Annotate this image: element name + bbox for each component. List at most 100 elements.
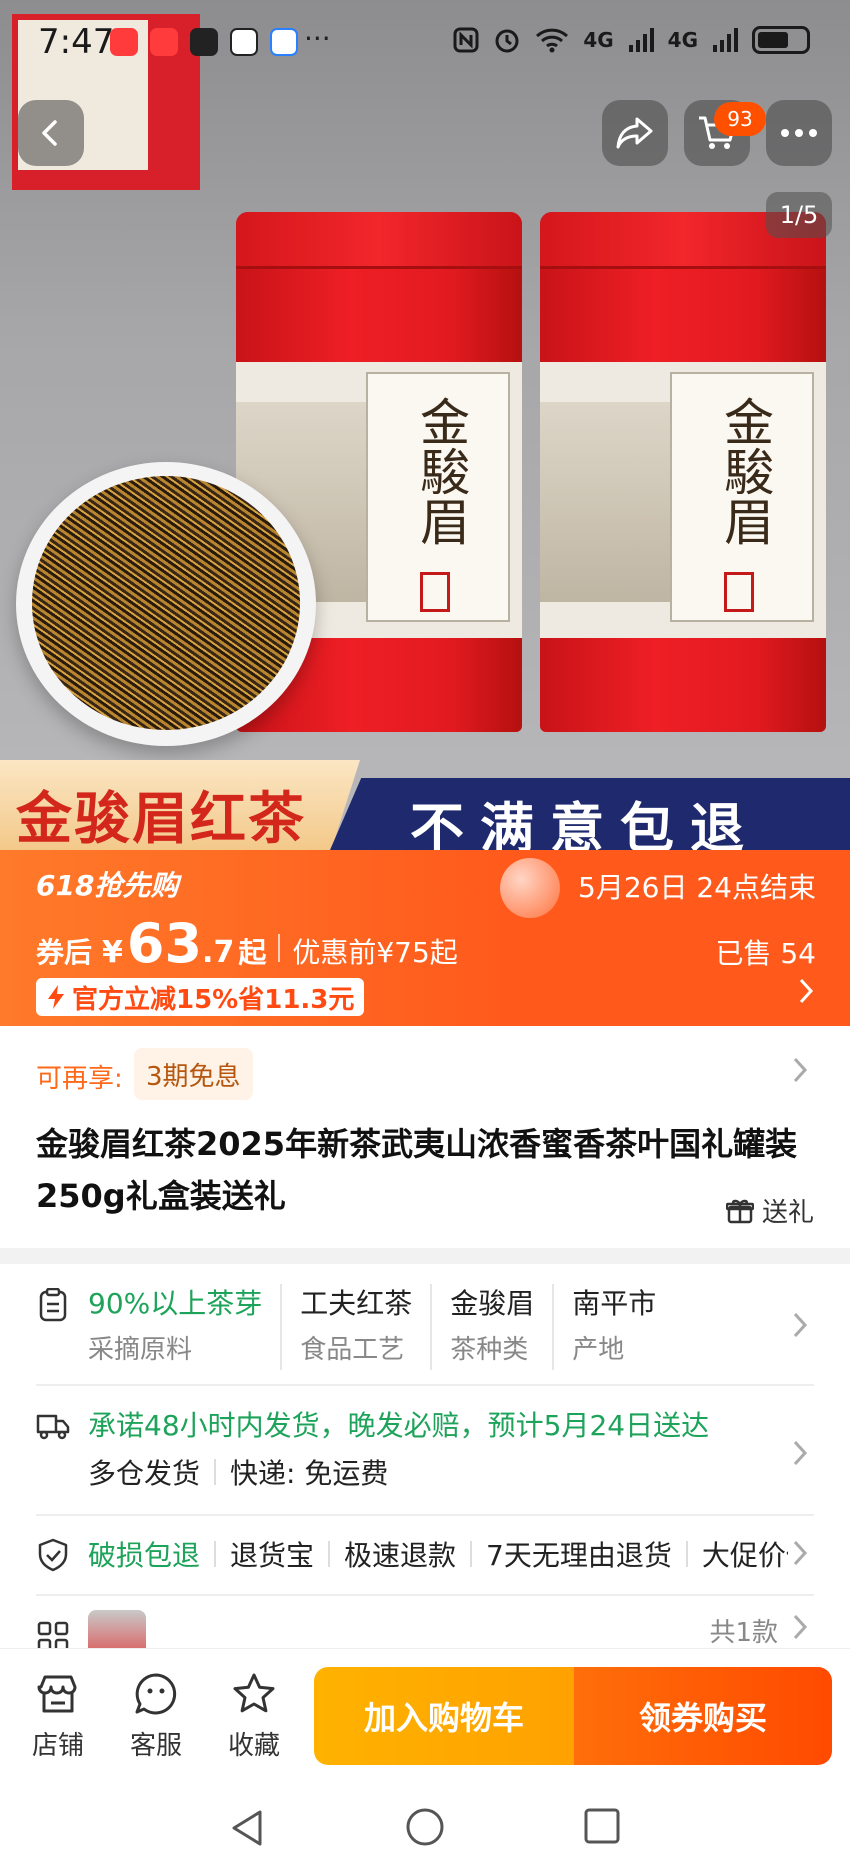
service-item: 大促价保 (701, 1539, 788, 1572)
customer-service-button[interactable]: 客服 (116, 1671, 196, 1762)
sku-count: 共1款 (709, 1618, 778, 1648)
tin-label: 金駿眉 (540, 362, 826, 638)
bottom-action-bar: 店铺 客服 收藏 加入购物车 领券购买 (0, 1648, 850, 1784)
shipping-row[interactable]: 承诺48小时内发货，晚发必赔，预计5月24日送达 多仓发货 快递: 免运费 (0, 1386, 850, 1514)
product-attributes-row[interactable]: 90%以上茶芽 采摘原料 工夫红茶 食品工艺 金骏眉 茶种类 南平市 产地 (0, 1264, 850, 1384)
attribute-value: 90%以上茶芽 (88, 1287, 263, 1320)
status-indicators: 4G 4G (453, 26, 810, 54)
back-button[interactable] (18, 100, 84, 166)
shield-check-icon (38, 1538, 68, 1572)
express-fee: 快递: 免运费 (230, 1457, 389, 1490)
chevron-right-icon (796, 974, 816, 1015)
nav-back-icon[interactable] (228, 1806, 268, 1850)
price-suffix: 起 (238, 936, 267, 969)
cart-badge: 93 (714, 102, 766, 136)
gift-button[interactable]: 送礼 (725, 1192, 814, 1229)
attribute-label: 采摘原料 (88, 1335, 193, 1365)
product-title: 金骏眉红茶2025年新茶武夷山浓香蜜香茶叶国礼罐装250g礼盒装送礼 (36, 1125, 798, 1215)
service-item: 破损包退 (88, 1539, 201, 1572)
separator (685, 1541, 688, 1567)
promo-event-label: 618抢先购 (36, 869, 179, 902)
network-4g-label-2: 4G (667, 28, 698, 52)
store-icon (37, 1675, 77, 1713)
sku-row[interactable]: 共1款 (0, 1596, 850, 1648)
alarm-icon (495, 29, 519, 53)
tin-seal-icon (724, 572, 754, 612)
chevron-right-icon (793, 1440, 808, 1466)
tin-landscape-art (540, 402, 670, 602)
wifi-icon (536, 28, 569, 53)
chat-face-icon (135, 1673, 177, 1715)
hero-banner: 金骏眉红茶 不满意包退 (0, 760, 850, 850)
star-icon (233, 1673, 275, 1713)
after-coupon-label: 券后 (36, 936, 93, 969)
official-discount-badge[interactable]: 官方立减15%省11.3元 (36, 978, 365, 1016)
section-divider (0, 1248, 850, 1264)
favorite-button[interactable]: 收藏 (214, 1671, 294, 1762)
signal-icon (628, 28, 654, 52)
app-icon-red-2 (150, 28, 178, 56)
favorite-label: 收藏 (227, 1731, 280, 1761)
nfc-icon (453, 27, 479, 53)
store-button[interactable]: 店铺 (18, 1671, 98, 1762)
attribute-item: 南平市 产地 (552, 1284, 674, 1370)
promo-end-time: 5月26日 24点结束 (578, 871, 816, 904)
nav-recents-icon[interactable] (582, 1806, 622, 1846)
sku-thumbnail[interactable] (88, 1610, 146, 1648)
buy-with-coupon-button[interactable]: 领券购买 (574, 1667, 832, 1765)
attribute-label: 产地 (572, 1335, 625, 1365)
attribute-item: 工夫红茶 食品工艺 (280, 1284, 430, 1370)
app-icon-qq (230, 28, 258, 56)
price-currency: ¥ (102, 935, 123, 970)
battery-icon (752, 26, 810, 54)
reenjoy-label: 可再享: (36, 1064, 123, 1094)
add-to-cart-button[interactable]: 加入购物车 (314, 1667, 574, 1765)
store-label: 店铺 (31, 1731, 84, 1761)
app-icon-red (110, 28, 138, 56)
shipping-promise: 承诺48小时内发货，晚发必赔，预计5月24日送达 (88, 1409, 710, 1442)
clipboard-icon (39, 1288, 67, 1322)
service-item: 7天无理由退货 (486, 1539, 672, 1572)
tea-leaves (32, 476, 300, 730)
price-before-discount: 优惠前¥75起 (292, 936, 458, 969)
attribute-item: 90%以上茶芽 采摘原料 (88, 1284, 280, 1370)
grid-icon (37, 1621, 69, 1648)
tin-label-title: 金駿眉 (716, 396, 774, 546)
attribute-item: 金骏眉 茶种类 (430, 1284, 552, 1370)
attribute-label: 食品工艺 (300, 1335, 405, 1365)
service-item: 退货宝 (230, 1539, 315, 1572)
installment-tag[interactable]: 3期免息 (134, 1048, 253, 1100)
tin-seal-icon (420, 572, 450, 612)
promo-price-row: 券后 ¥ 63 .7 起 优惠前¥75起 (36, 912, 458, 975)
promo-price-panel[interactable]: 618抢先购 5月26日 24点结束 券后 ¥ 63 .7 起 优惠前¥75起 … (0, 850, 850, 1026)
nav-home-icon[interactable] (404, 1806, 446, 1848)
chevron-right-icon[interactable] (790, 1054, 810, 1094)
banner-right-text: 不满意包退 (410, 797, 760, 850)
attribute-value: 南平市 (572, 1287, 657, 1320)
app-icon-dark (190, 28, 218, 56)
attribute-label: 茶种类 (450, 1335, 529, 1365)
chevron-right-icon (793, 1312, 808, 1338)
share-icon (616, 117, 653, 149)
shipping-details: 多仓发货 快递: 免运费 (88, 1452, 388, 1492)
gift-label: 送礼 (761, 1198, 814, 1228)
chevron-right-icon (793, 1540, 808, 1566)
attribute-value: 金骏眉 (450, 1287, 535, 1320)
more-notifications-icon: ··· (304, 22, 331, 55)
warehouse-label: 多仓发货 (88, 1457, 201, 1490)
status-time: 7:47 (38, 22, 115, 62)
service-list: 破损包退 退货宝 极速退款 7天无理由退货 大促价保 (88, 1534, 788, 1574)
banner-left-text: 金骏眉红茶 (16, 787, 306, 850)
system-navigation-bar (0, 1784, 850, 1875)
truck-icon (36, 1414, 70, 1440)
sold-count: 已售 54 (715, 937, 816, 970)
product-image-gallery[interactable]: 7:47 ··· 4G 4G 93 1/5 金駿眉 金駿眉 金骏眉红茶 不满意包… (0, 0, 850, 850)
gift-icon (725, 1199, 754, 1223)
share-button[interactable] (602, 100, 668, 166)
price-integer: 63 (126, 912, 203, 975)
notification-app-icons (110, 28, 298, 56)
services-row[interactable]: 破损包退 退货宝 极速退款 7天无理由退货 大促价保 (0, 1516, 850, 1594)
attribute-columns: 90%以上茶芽 采摘原料 工夫红茶 食品工艺 金骏眉 茶种类 南平市 产地 (88, 1284, 674, 1370)
more-button[interactable] (766, 100, 832, 166)
official-discount-text: 官方立减15%省11.3元 (72, 984, 355, 1015)
